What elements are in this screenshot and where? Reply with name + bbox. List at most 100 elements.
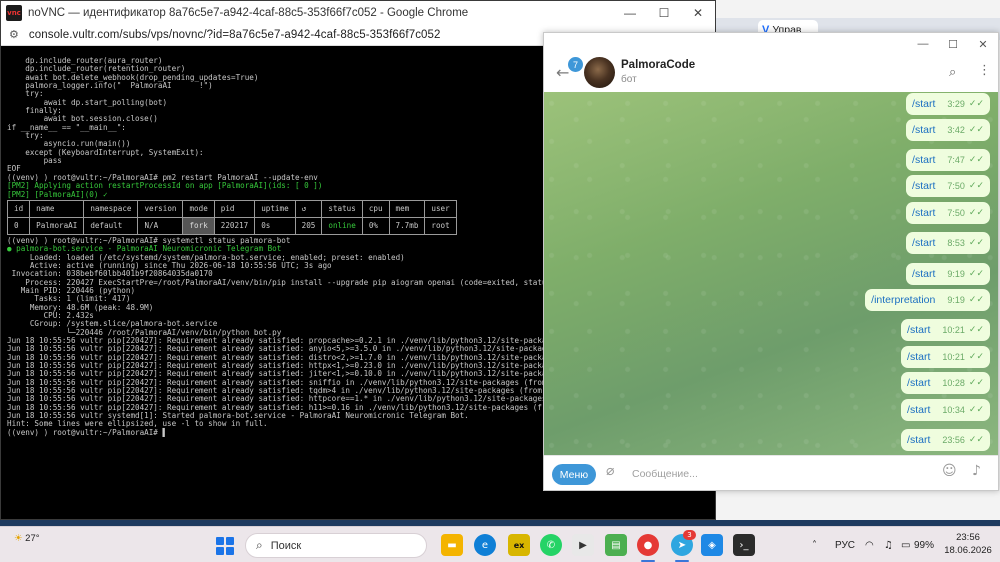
telegram-titlebar: — ☐ ✕ bbox=[544, 33, 998, 55]
message-command[interactable]: /interpretation bbox=[871, 294, 935, 306]
message-command[interactable]: /start bbox=[912, 207, 935, 219]
read-check-icon: ✓✓ bbox=[968, 435, 984, 445]
menu-button[interactable]: Меню bbox=[552, 464, 596, 485]
pm2-cell: default bbox=[83, 216, 139, 235]
media-player-icon[interactable]: ▶ bbox=[572, 534, 594, 556]
chrome-titlebar: vnc noVNC — идентификатор 8a76c5e7-a942-… bbox=[1, 1, 715, 24]
message-bubble[interactable]: /start 10:21 ✓✓ bbox=[901, 319, 990, 341]
pm2-cell: 205 bbox=[294, 216, 323, 235]
clock-date: 18.06.2026 bbox=[944, 545, 992, 556]
message-input-bar: Меню ⌀ Сообщение... ☺ ♪ bbox=[544, 455, 998, 490]
more-options-icon[interactable]: ⋮ bbox=[978, 63, 991, 78]
edge-icon[interactable]: e bbox=[474, 534, 496, 556]
pm2-cell: 220217 bbox=[213, 216, 256, 235]
message-command[interactable]: /start bbox=[907, 351, 930, 363]
message-command[interactable]: /start bbox=[912, 268, 935, 280]
taskbar-search[interactable]: ⌕ Поиск bbox=[245, 533, 427, 558]
read-check-icon: ✓✓ bbox=[968, 352, 984, 362]
wifi-icon[interactable]: ◠ bbox=[865, 540, 874, 551]
terminal-app-icon[interactable]: ›_ bbox=[733, 534, 755, 556]
pm2-process-table: id name namespace version mode pid uptime ↺ stat… bbox=[6, 199, 457, 235]
start-button[interactable] bbox=[216, 537, 234, 555]
pm2-header-cell: status bbox=[321, 199, 363, 218]
close-icon[interactable]: ✕ bbox=[681, 1, 715, 24]
message-bubble[interactable]: /start 7:50 ✓✓ bbox=[906, 175, 990, 197]
battery-icon[interactable]: ▭ bbox=[901, 540, 910, 551]
pm2-cell: 0 bbox=[6, 216, 31, 235]
chat-status: бот bbox=[621, 74, 637, 85]
message-bubble[interactable]: /start 10:28 ✓✓ bbox=[901, 372, 990, 394]
message-command[interactable]: /start bbox=[907, 434, 930, 446]
pm2-cell: root bbox=[424, 216, 457, 235]
message-command[interactable]: /start bbox=[907, 404, 930, 416]
message-time: 9:19 bbox=[947, 295, 965, 305]
message-bubble[interactable]: /start 3:42 ✓✓ bbox=[906, 119, 990, 141]
microphone-icon[interactable]: ♪ bbox=[972, 463, 981, 479]
volume-icon[interactable]: ♫ bbox=[884, 540, 893, 551]
read-check-icon: ✓✓ bbox=[968, 295, 984, 305]
unread-badge: 7 bbox=[568, 57, 583, 72]
show-hidden-icons-icon[interactable]: ˄ bbox=[812, 540, 817, 551]
message-time: 10:34 bbox=[942, 405, 965, 415]
message-time: 7:50 bbox=[947, 208, 965, 218]
message-time: 10:28 bbox=[942, 378, 965, 388]
message-time: 10:21 bbox=[942, 352, 965, 362]
read-check-icon: ✓✓ bbox=[968, 125, 984, 135]
chat-messages[interactable]: /start 3:29 ✓✓/start 3:42 ✓✓/start 7:47 ✓✓/sta… bbox=[544, 92, 998, 455]
novnc-logo-icon: vnc bbox=[6, 4, 22, 21]
site-info-icon[interactable]: ⚙ bbox=[9, 28, 19, 41]
telegram-maximize-icon[interactable]: ☐ bbox=[938, 33, 968, 55]
message-command[interactable]: /start bbox=[912, 124, 935, 136]
message-bubble[interactable]: /interpretation 9:19 ✓✓ bbox=[865, 289, 990, 311]
pm2-cell: fork bbox=[182, 216, 215, 235]
notes-app-icon[interactable]: ▤ bbox=[605, 534, 627, 556]
message-command[interactable]: /start bbox=[912, 98, 935, 110]
message-bubble[interactable]: /start 9:19 ✓✓ bbox=[906, 263, 990, 285]
file-explorer-icon[interactable]: ▬ bbox=[441, 534, 463, 556]
chrome-window-title: noVNC — идентификатор 8a76c5e7-a942-4caf… bbox=[28, 6, 469, 19]
exchange-app-icon[interactable]: ex bbox=[508, 534, 530, 556]
message-command[interactable]: /start bbox=[907, 324, 930, 336]
read-check-icon: ✓✓ bbox=[968, 99, 984, 109]
message-input[interactable]: Сообщение... bbox=[632, 468, 698, 480]
telegram-window: — ☐ ✕ ← 7 PalmoraCode бот ⌕ ⋮ /start 3:29… bbox=[543, 32, 999, 491]
weather-widget[interactable]: ☀ 27° bbox=[14, 533, 40, 544]
read-check-icon: ✓✓ bbox=[968, 378, 984, 388]
telegram-close-icon[interactable]: ✕ bbox=[968, 33, 998, 55]
attach-icon[interactable]: ⌀ bbox=[606, 463, 614, 479]
telegram-minimize-icon[interactable]: — bbox=[908, 33, 938, 55]
whatsapp-icon[interactable]: ✆ bbox=[540, 534, 562, 556]
read-check-icon: ✓✓ bbox=[968, 405, 984, 415]
maximize-icon[interactable]: ☐ bbox=[647, 1, 681, 24]
message-bubble[interactable]: /start 7:47 ✓✓ bbox=[906, 149, 990, 171]
message-time: 10:21 bbox=[942, 325, 965, 335]
message-time: 8:53 bbox=[947, 238, 965, 248]
vscode-icon[interactable]: ◈ bbox=[701, 534, 723, 556]
chrome-icon[interactable]: ● bbox=[637, 534, 659, 556]
language-indicator[interactable]: РУС bbox=[835, 540, 855, 551]
avatar[interactable] bbox=[584, 57, 615, 88]
pm2-header-cell: user bbox=[424, 199, 457, 218]
minimize-icon[interactable]: — bbox=[613, 1, 647, 24]
message-bubble[interactable]: /start 10:34 ✓✓ bbox=[901, 399, 990, 421]
pm2-header-cell: version bbox=[137, 199, 184, 218]
search-icon[interactable]: ⌕ bbox=[949, 65, 956, 80]
chat-name[interactable]: PalmoraCode bbox=[621, 59, 695, 71]
message-command[interactable]: /start bbox=[912, 180, 935, 192]
message-command[interactable]: /start bbox=[912, 237, 935, 249]
message-time: 9:19 bbox=[947, 269, 965, 279]
message-command[interactable]: /start bbox=[907, 377, 930, 389]
telegram-taskbar-badge: 3 bbox=[683, 530, 696, 540]
clock[interactable]: 23:56 18.06.2026 bbox=[942, 531, 994, 557]
message-bubble[interactable]: /start 8:53 ✓✓ bbox=[906, 232, 990, 254]
message-command[interactable]: /start bbox=[912, 154, 935, 166]
message-bubble[interactable]: /start 23:56 ✓✓ bbox=[901, 429, 990, 451]
weather-sun-icon: ☀ bbox=[14, 533, 23, 544]
message-bubble[interactable]: /start 3:29 ✓✓ bbox=[906, 93, 990, 115]
message-time: 7:50 bbox=[947, 181, 965, 191]
message-bubble[interactable]: /start 10:21 ✓✓ bbox=[901, 346, 990, 368]
emoji-icon[interactable]: ☺ bbox=[942, 463, 957, 479]
message-bubble[interactable]: /start 7:50 ✓✓ bbox=[906, 202, 990, 224]
pm2-cell: PalmoraAI bbox=[29, 216, 85, 235]
pm2-cell: 7.7mb bbox=[388, 216, 426, 235]
